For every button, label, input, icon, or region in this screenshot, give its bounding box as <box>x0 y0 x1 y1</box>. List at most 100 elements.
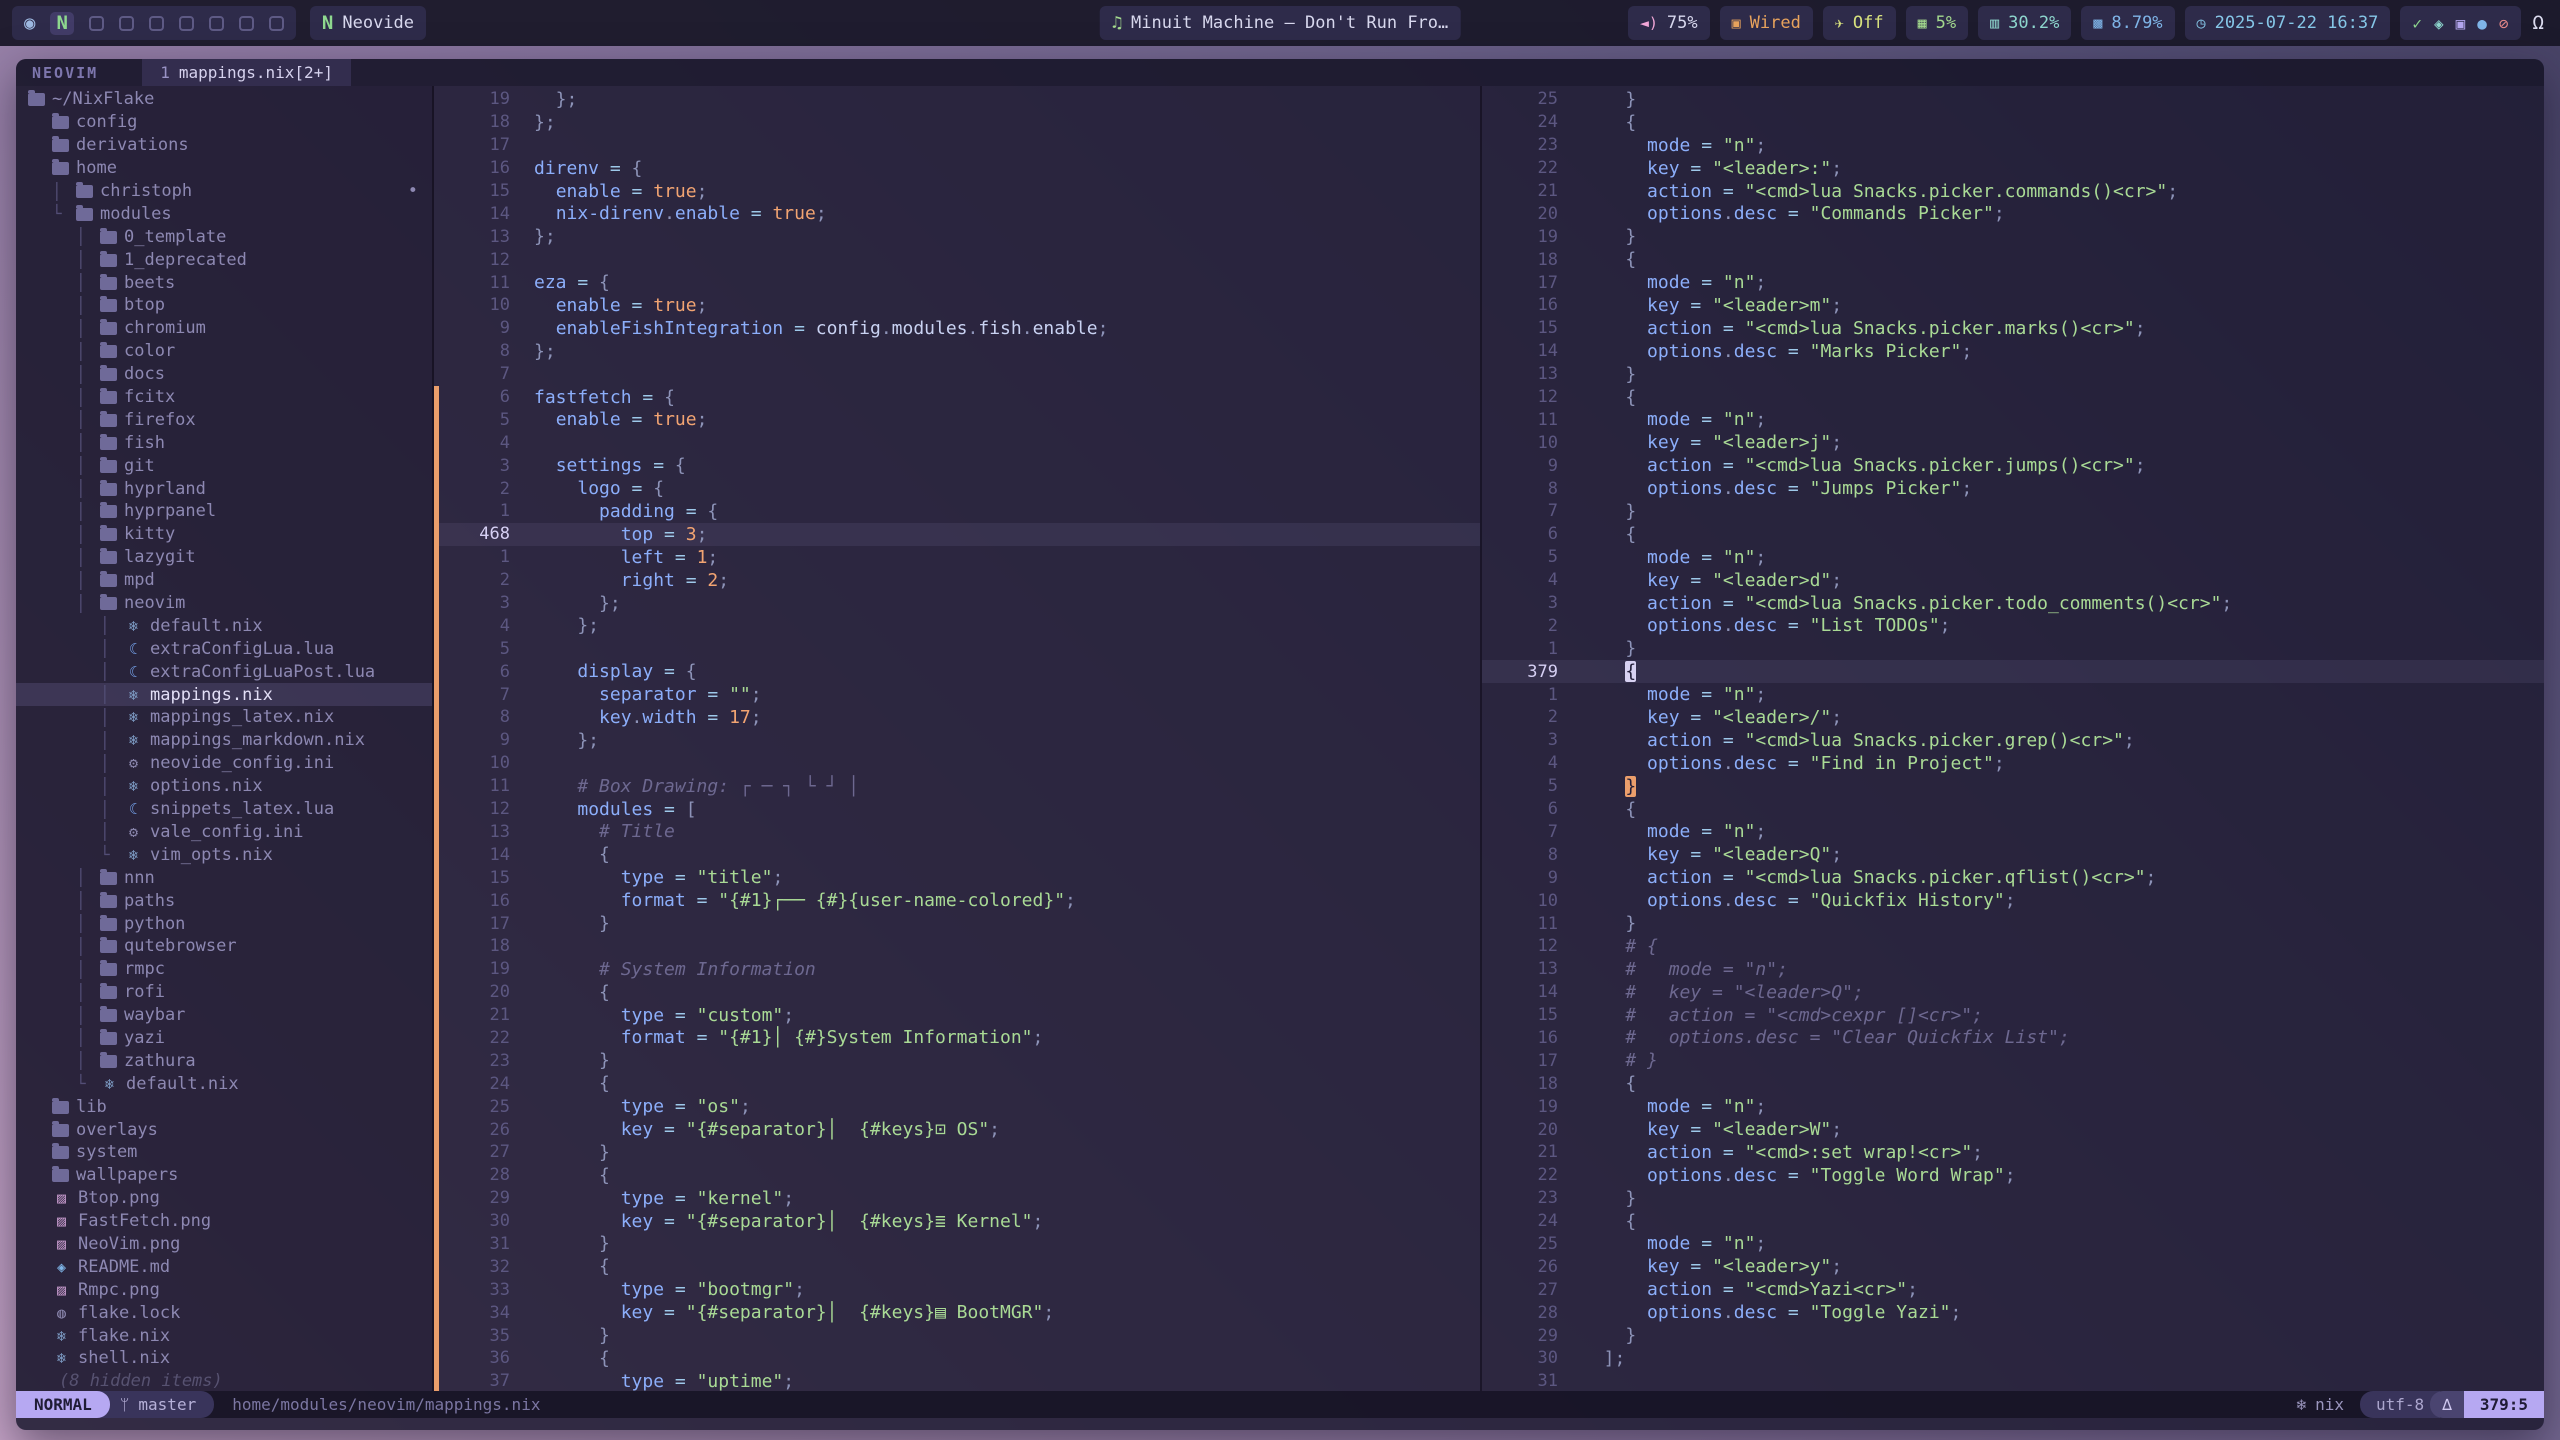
tree-item-modules[interactable]: └modules <box>16 202 432 225</box>
tree-item-beets[interactable]: │beets <box>16 271 432 294</box>
code-line[interactable]: 8 key = "<leader>Q"; <box>1482 843 2544 866</box>
tree-item-paths[interactable]: │paths <box>16 889 432 912</box>
code-line[interactable]: 36 { <box>434 1347 1480 1370</box>
code-line[interactable]: 23 mode = "n"; <box>1482 134 2544 157</box>
code-line[interactable]: 14 # key = "<leader>Q"; <box>1482 981 2544 1004</box>
code-line[interactable]: 22 format = "{#1}│ {#}System Information… <box>434 1027 1480 1050</box>
status-ok-icon[interactable]: ✓ <box>2412 14 2422 33</box>
tree-item-chromium[interactable]: │chromium <box>16 317 432 340</box>
tree-item-overlays[interactable]: overlays <box>16 1118 432 1141</box>
stat-cpu[interactable]: ▦5% <box>1906 6 1969 40</box>
tree-item-readme-md[interactable]: ◈README.md <box>16 1255 432 1278</box>
code-line[interactable]: 10 key = "<leader>j"; <box>1482 431 2544 454</box>
tree-item-neovim[interactable]: │neovim <box>16 592 432 615</box>
tree-item-mappings-markdown-nix[interactable]: │❄mappings_markdown.nix <box>16 729 432 752</box>
code-line[interactable]: 22 options.desc = "Toggle Word Wrap"; <box>1482 1164 2544 1187</box>
tree-item-home[interactable]: home <box>16 157 432 180</box>
code-line[interactable]: 10 options.desc = "Quickfix History"; <box>1482 889 2544 912</box>
tree-item-rmpc[interactable]: │rmpc <box>16 958 432 981</box>
code-line[interactable]: 379 { <box>1482 660 2544 683</box>
code-line[interactable]: 18 <box>434 935 1480 958</box>
code-line[interactable]: 28 { <box>434 1164 1480 1187</box>
code-line[interactable]: 17 <box>434 134 1480 157</box>
tree-item-docs[interactable]: │docs <box>16 363 432 386</box>
tree-item-mpd[interactable]: │mpd <box>16 569 432 592</box>
code-line[interactable]: 5 mode = "n"; <box>1482 546 2544 569</box>
tree-item-system[interactable]: system <box>16 1141 432 1164</box>
code-line[interactable]: 16 format = "{#1}┌── {#}{user-name-color… <box>434 889 1480 912</box>
code-line[interactable]: 18 { <box>1482 248 2544 271</box>
tree-item-snippets-latex-lua[interactable]: │☾snippets_latex.lua <box>16 798 432 821</box>
workspace-empty-3[interactable] <box>89 16 104 31</box>
screenshot-icon[interactable]: ◈ <box>2434 14 2444 33</box>
tree-item-flake-lock[interactable]: ◍flake.lock <box>16 1301 432 1324</box>
tree-item-wallpapers[interactable]: wallpapers <box>16 1164 432 1187</box>
code-line[interactable]: 11 mode = "n"; <box>1482 408 2544 431</box>
code-line[interactable]: 6 { <box>1482 798 2544 821</box>
code-line[interactable]: 6 display = { <box>434 660 1480 683</box>
workspace-neovim[interactable]: N <box>50 12 73 35</box>
code-line[interactable]: 4 }; <box>434 614 1480 637</box>
tree-item-extraconfigluapost-lua[interactable]: │☾extraConfigLuaPost.lua <box>16 660 432 683</box>
tree-item-yazi[interactable]: │yazi <box>16 1027 432 1050</box>
code-line[interactable]: 13}; <box>434 225 1480 248</box>
workspace-empty-8[interactable] <box>239 16 254 31</box>
code-line[interactable]: 35 } <box>434 1324 1480 1347</box>
tree-item-config[interactable]: config <box>16 111 432 134</box>
code-line[interactable]: 14 options.desc = "Marks Picker"; <box>1482 340 2544 363</box>
tree-item-hyprland[interactable]: │hyprland <box>16 477 432 500</box>
code-line[interactable]: 19 # System Information <box>434 958 1480 981</box>
code-line[interactable]: 15 enable = true; <box>434 180 1480 203</box>
tree-item-default-nix[interactable]: │❄default.nix <box>16 614 432 637</box>
code-line[interactable]: 6fastfetch = { <box>434 386 1480 409</box>
tree-item-1-deprecated[interactable]: │1_deprecated <box>16 248 432 271</box>
code-line[interactable]: 17 mode = "n"; <box>1482 271 2544 294</box>
tree-item-zathura[interactable]: │zathura <box>16 1049 432 1072</box>
code-line[interactable]: 11eza = { <box>434 271 1480 294</box>
code-line[interactable]: 8 options.desc = "Jumps Picker"; <box>1482 477 2544 500</box>
code-line[interactable]: 9 action = "<cmd>lua Snacks.picker.jumps… <box>1482 454 2544 477</box>
tree-item-waybar[interactable]: │waybar <box>16 1004 432 1027</box>
music-widget[interactable]: ♫ Minuit Machine – Don't Run Fro… <box>1100 6 1461 40</box>
workspace-empty-7[interactable] <box>209 16 224 31</box>
code-line[interactable]: 3 settings = { <box>434 454 1480 477</box>
code-line[interactable]: 1 left = 1; <box>434 546 1480 569</box>
code-line[interactable]: 26 key = "{#separator}│ {#keys}⊡ OS"; <box>434 1118 1480 1141</box>
code-line[interactable]: 12 <box>434 248 1480 271</box>
tree-item-git[interactable]: │git <box>16 454 432 477</box>
code-line[interactable]: 20 { <box>434 981 1480 1004</box>
code-line[interactable]: 31 <box>1482 1370 2544 1391</box>
stat-volume[interactable]: ◄)75% <box>1628 6 1710 40</box>
code-line[interactable]: 22 key = "<leader>:"; <box>1482 157 2544 180</box>
workspace-empty-5[interactable] <box>149 16 164 31</box>
code-line[interactable]: 26 key = "<leader>y"; <box>1482 1255 2544 1278</box>
code-line[interactable]: 2 key = "<leader>/"; <box>1482 706 2544 729</box>
tree-item-mappings-latex-nix[interactable]: │❄mappings_latex.nix <box>16 706 432 729</box>
code-line[interactable]: 4 key = "<leader>d"; <box>1482 569 2544 592</box>
code-line[interactable]: 18}; <box>434 111 1480 134</box>
code-line[interactable]: 3 }; <box>434 592 1480 615</box>
code-line[interactable]: 25 type = "os"; <box>434 1095 1480 1118</box>
tree-item-flake-nix[interactable]: ❄flake.nix <box>16 1324 432 1347</box>
code-line[interactable]: 12 { <box>1482 386 2544 409</box>
tree-item-vim-opts-nix[interactable]: └❄vim_opts.nix <box>16 843 432 866</box>
code-line[interactable]: 20 options.desc = "Commands Picker"; <box>1482 202 2544 225</box>
workspaces[interactable]: ◉N <box>12 6 296 40</box>
code-line[interactable]: 9 action = "<cmd>lua Snacks.picker.qflis… <box>1482 866 2544 889</box>
code-line[interactable]: 13 } <box>1482 363 2544 386</box>
code-line[interactable]: 5 enable = true; <box>434 408 1480 431</box>
command-line[interactable] <box>16 1418 2544 1430</box>
code-line[interactable]: 1 } <box>1482 637 2544 660</box>
tree-item-rofi[interactable]: │rofi <box>16 981 432 1004</box>
code-line[interactable]: 19 } <box>1482 225 2544 248</box>
stat-airplane-mode[interactable]: ✈Off <box>1823 6 1896 40</box>
code-line[interactable]: 8}; <box>434 340 1480 363</box>
stat-network[interactable]: ▣Wired <box>1720 6 1813 40</box>
code-line[interactable]: 24 { <box>1482 111 2544 134</box>
code-line[interactable]: 18 { <box>1482 1072 2544 1095</box>
code-line[interactable]: 12 modules = [ <box>434 798 1480 821</box>
code-line[interactable]: 5 <box>434 637 1480 660</box>
code-line[interactable]: 30 ]; <box>1482 1347 2544 1370</box>
display-icon[interactable]: ▣ <box>2456 14 2466 33</box>
code-line[interactable]: 16 # options.desc = "Clear Quickfix List… <box>1482 1027 2544 1050</box>
